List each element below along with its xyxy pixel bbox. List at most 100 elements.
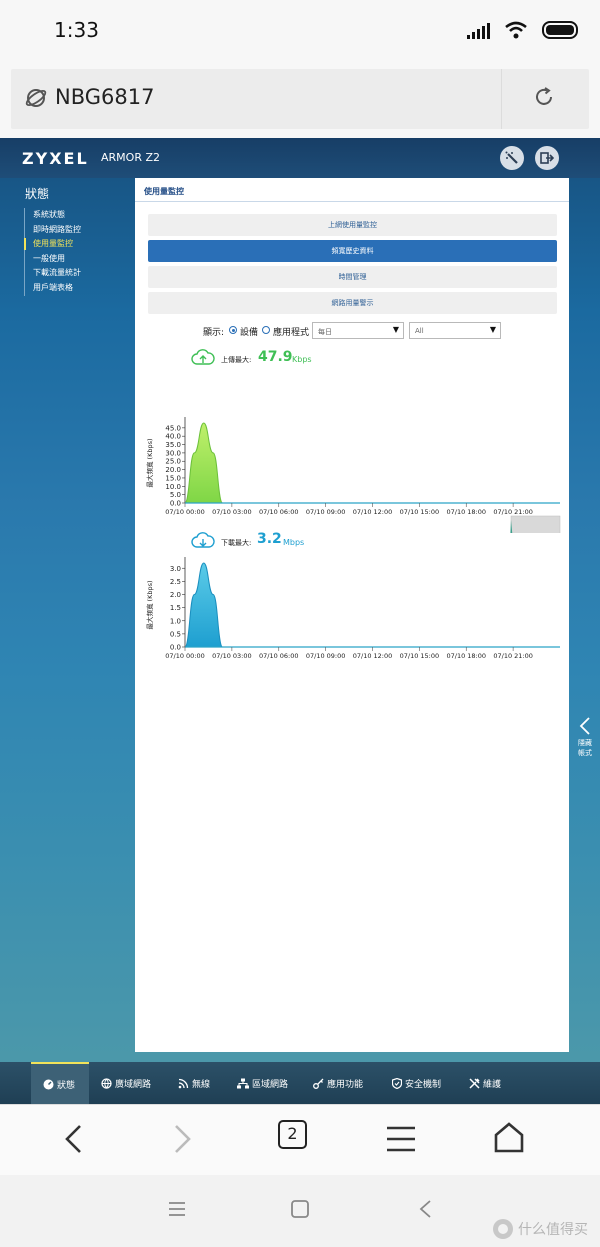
- navigator-window: [510, 515, 561, 533]
- nav-tab-wan-label: 廣域網路: [115, 1079, 152, 1090]
- chevron-down-icon: ▼: [392, 325, 399, 334]
- battery-icon: [542, 21, 578, 39]
- hide-panel-label-1: 隱藏: [578, 739, 592, 747]
- y-tick-label: 30.0: [165, 449, 181, 457]
- nav-tab-maintenance-label: 維護: [483, 1079, 502, 1090]
- lan-icon: [237, 1078, 249, 1088]
- nav-tab-lan[interactable]: 區域網路: [237, 1062, 288, 1104]
- tab-time-management[interactable]: 時間管理: [148, 266, 557, 288]
- device-select[interactable]: All ▼: [409, 322, 501, 339]
- forward-icon[interactable]: [170, 1124, 194, 1154]
- shield-icon: [392, 1077, 402, 1089]
- x-tick-label: 07/10 12:00: [353, 652, 393, 660]
- y-tick-label: 0.0: [170, 644, 181, 652]
- menu-icon[interactable]: [386, 1126, 416, 1152]
- radio-application-label[interactable]: 應用程式: [273, 325, 309, 338]
- y-tick-label: 20.0: [165, 466, 181, 474]
- sidebar-item-system-status[interactable]: 系統狀態: [33, 208, 81, 223]
- tools-icon: [469, 1077, 480, 1089]
- device-select-value: All: [415, 327, 424, 335]
- router-header: ZYXEL ARMOR Z2: [0, 138, 600, 178]
- series-area: [184, 422, 223, 504]
- address-bar[interactable]: NBG6817: [11, 69, 589, 129]
- router-page: ZYXEL ARMOR Z2 狀態 系統狀態 即時網路監控 使用量監控 一般使用…: [0, 138, 600, 1104]
- sidebar-menu: 系統狀態 即時網路監控 使用量監控 一般使用 下載流量統計 用戶端表格: [24, 208, 81, 296]
- display-filter: 顯示: 設備 應用程式 每日 ▼ All ▼: [135, 322, 569, 342]
- sidebar-item-realtime-monitor[interactable]: 即時網路監控: [33, 223, 81, 238]
- nav-tab-wireless-label: 無線: [192, 1079, 211, 1090]
- x-tick-label: 07/10 06:00: [259, 652, 299, 660]
- key-icon: [313, 1078, 324, 1089]
- y-tick-label: 1.5: [170, 604, 181, 612]
- nav-tab-applications[interactable]: 應用功能: [313, 1062, 363, 1104]
- sidebar-item-usage-monitor[interactable]: 使用量監控: [33, 237, 81, 252]
- upload-max-label: 上傳最大:: [221, 356, 252, 364]
- y-tick-label: 0.0: [170, 500, 181, 508]
- home-icon[interactable]: [493, 1121, 525, 1153]
- x-tick-label: 07/10 03:00: [212, 652, 252, 660]
- panel-title-bar: 使用量監控: [135, 183, 569, 202]
- zyxel-logo: ZYXEL: [22, 149, 89, 168]
- hide-panel-tab[interactable]: 隱藏 帳式: [570, 716, 600, 770]
- y-axis-label: 最大頻寬 (Kbps): [145, 438, 154, 487]
- panel-title: 使用量監控: [144, 187, 184, 196]
- display-label: 顯示:: [203, 328, 225, 338]
- sidebar-item-download-stats[interactable]: 下載流量統計: [33, 266, 81, 281]
- y-tick-label: 15.0: [165, 474, 181, 482]
- y-tick-label: 2.0: [170, 591, 181, 599]
- system-home-icon[interactable]: [290, 1199, 310, 1219]
- browser-address-area: NBG6817: [0, 62, 600, 138]
- nav-tab-lan-label: 區域網路: [252, 1079, 289, 1090]
- tab-usage-alert[interactable]: 網路用量警示: [148, 292, 557, 314]
- tab-count-button[interactable]: 2: [278, 1120, 307, 1149]
- tab-internet-usage[interactable]: 上網使用量監控: [148, 214, 557, 236]
- y-tick-label: 1.0: [170, 617, 181, 625]
- series-area: [184, 562, 223, 648]
- nav-tab-security[interactable]: 安全機制: [392, 1062, 441, 1104]
- period-select[interactable]: 每日 ▼: [312, 322, 404, 339]
- radio-device[interactable]: [229, 326, 237, 334]
- period-select-value: 每日: [318, 328, 332, 336]
- logout-button[interactable]: [535, 146, 559, 170]
- nav-tab-wan[interactable]: 廣域網路: [101, 1062, 151, 1104]
- y-tick-label: 3.0: [170, 565, 181, 573]
- x-tick-label: 07/10 18:00: [446, 652, 486, 660]
- nav-tab-status-label: 狀態: [57, 1080, 76, 1091]
- nav-tab-status[interactable]: 狀態: [31, 1062, 89, 1104]
- wireless-icon: [178, 1078, 189, 1088]
- recents-icon[interactable]: [168, 1201, 186, 1217]
- url-text[interactable]: NBG6817: [55, 85, 154, 109]
- x-tick-label: 07/10 15:00: [400, 508, 440, 516]
- wizard-button[interactable]: [500, 146, 524, 170]
- hide-panel-label-2: 帳式: [578, 749, 592, 757]
- nav-tab-security-label: 安全機制: [405, 1079, 442, 1090]
- status-bar: 1:33: [0, 0, 600, 62]
- chevron-down-icon: ▼: [489, 325, 496, 334]
- x-tick-label: 07/10 12:00: [353, 508, 393, 516]
- content-panel: 使用量監控 上網使用量監控 頻寬歷史資料 時間管理 網路用量警示 顯示: 設備 …: [135, 178, 569, 1052]
- nav-tab-maintenance[interactable]: 維護: [469, 1062, 501, 1104]
- tab-bandwidth-history[interactable]: 頻寬歷史資料: [148, 240, 557, 262]
- radio-application[interactable]: [262, 326, 270, 334]
- upload-max-value: 47.9: [258, 349, 293, 365]
- sidebar-item-general-use[interactable]: 一般使用: [33, 252, 81, 267]
- x-tick-label: 07/10 06:00: [259, 508, 299, 516]
- download-bandwidth-chart: 0.0 0.5 1.0 1.5 2.0 2.5 3.0 最大頻寬 (Kbps) 07/10 00…: [145, 557, 560, 660]
- nav-tab-wireless[interactable]: 無線: [178, 1062, 210, 1104]
- y-tick-label: 25.0: [165, 458, 181, 466]
- x-tick-label: 07/10 09:00: [306, 508, 346, 516]
- signal-icon: [467, 21, 490, 39]
- upload-bandwidth-chart: 0.05.010.015.020.025.030.035.040.045.0 最大…: [145, 417, 561, 533]
- sidebar-item-client-table[interactable]: 用戶端表格: [33, 281, 81, 296]
- back-icon[interactable]: [62, 1124, 86, 1154]
- globe-icon: [25, 89, 47, 107]
- radio-device-label[interactable]: 設備: [240, 325, 258, 338]
- system-back-icon[interactable]: [418, 1199, 432, 1219]
- watermark-badge-icon: [493, 1219, 513, 1239]
- download-cloud-icon: [191, 532, 215, 548]
- x-tick-label: 07/10 09:00: [306, 652, 346, 660]
- y-tick-label: 5.0: [170, 491, 181, 499]
- x-tick-label: 07/10 21:00: [493, 652, 533, 660]
- x-tick-label: 07/10 15:00: [400, 652, 440, 660]
- reload-icon[interactable]: [532, 85, 556, 109]
